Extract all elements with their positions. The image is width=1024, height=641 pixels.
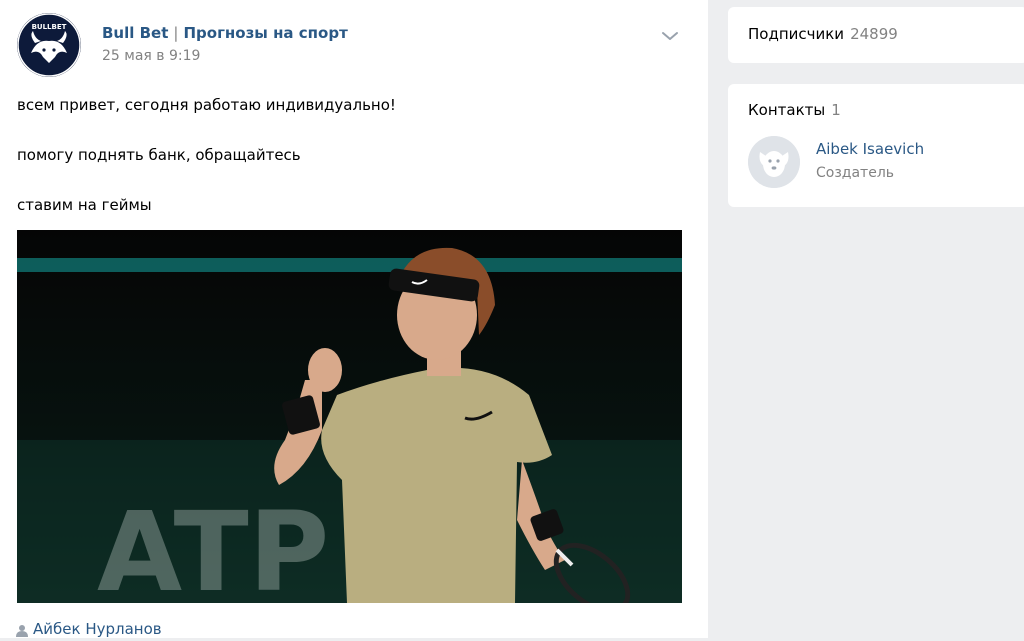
post-signer: Айбек Нурланов	[16, 620, 162, 638]
contacts-label: Контакты	[748, 101, 826, 119]
post-text-line: всем привет, сегодня работаю индивидуаль…	[17, 96, 396, 114]
bull-logo-icon: BULLBET	[17, 13, 81, 77]
contact-name[interactable]: Aibek Isaevich	[816, 140, 924, 158]
signer-name[interactable]: Айбек Нурланов	[33, 620, 162, 638]
contact-role: Создатель	[816, 165, 895, 181]
post-photo[interactable]: ATP	[17, 230, 682, 603]
subscribers-label: Подписчики	[748, 25, 845, 43]
svg-text:BULLBET: BULLBET	[32, 23, 67, 31]
user-icon	[16, 623, 28, 637]
post-menu-chevron-icon[interactable]	[660, 28, 680, 42]
contacts-card: Контакты 1 Aibek Isaevich Создатель	[728, 84, 1024, 207]
post-text-line: помогу поднять банк, обращайтесь	[17, 146, 301, 164]
post-date[interactable]: 25 мая в 9:19	[102, 48, 200, 64]
contacts-header[interactable]: Контакты 1	[748, 101, 841, 119]
subscribers-card[interactable]: Подписчики 24899	[728, 7, 1024, 63]
post-author: Bull Bet | Прогнозы на спорт	[102, 24, 348, 42]
contacts-count: 1	[831, 101, 841, 119]
author-separator: |	[173, 24, 179, 42]
svg-text:ATP: ATP	[97, 488, 329, 603]
post-card: BULLBET Bull Bet | Прогнозы на спорт 25 ма…	[0, 0, 708, 638]
post-text-line: ставим на геймы	[17, 196, 152, 214]
dog-avatar-icon	[748, 136, 800, 188]
contact-avatar[interactable]	[748, 136, 800, 188]
author-subtitle-link[interactable]: Прогнозы на спорт	[183, 24, 347, 42]
subscribers-count: 24899	[850, 25, 898, 43]
author-link[interactable]: Bull Bet	[102, 24, 168, 42]
tennis-player-image: ATP	[17, 230, 682, 603]
subscribers-header: Подписчики 24899	[748, 25, 898, 43]
community-avatar[interactable]: BULLBET	[17, 13, 81, 77]
